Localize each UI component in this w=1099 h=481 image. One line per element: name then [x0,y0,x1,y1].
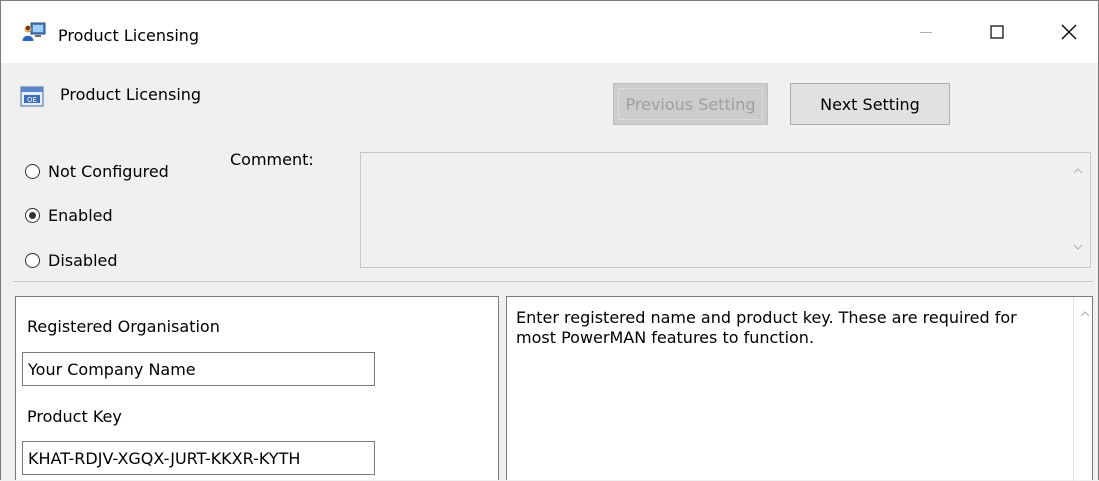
scroll-up-icon[interactable] [1070,163,1086,179]
close-button[interactable] [1046,1,1092,63]
comment-label: Comment: [230,150,314,169]
radio-enabled[interactable]: Enabled [25,203,113,227]
previous-setting-button[interactable]: Previous Setting [613,83,768,125]
previous-setting-focus-border [618,88,763,120]
section-divider [13,281,1093,282]
radio-label: Disabled [48,250,118,270]
minimize-icon [920,32,932,33]
radio-label: Not Configured [48,161,169,181]
computer-users-icon [22,22,46,42]
scroll-up-icon[interactable] [1077,306,1093,322]
minimize-button[interactable] [903,1,949,63]
help-panel: Enter registered name and product key. T… [506,296,1093,481]
help-text: Enter registered name and product key. T… [516,308,1017,347]
next-setting-label: Next Setting [820,94,920,114]
policy-setting-icon: OE [20,84,44,108]
radio-label: Enabled [48,205,113,225]
window-border-left [0,0,1,480]
policy-title: Product Licensing [60,85,202,104]
maximize-icon [990,25,1004,39]
svg-text:OE: OE [27,96,37,104]
maximize-button[interactable] [974,1,1020,63]
radio-circle[interactable] [25,252,40,268]
options-panel: Registered Organisation Product Key [15,296,499,480]
product-key-field[interactable] [22,441,375,475]
radio-disabled[interactable]: Disabled [25,248,118,272]
comment-textarea[interactable] [360,152,1091,268]
scroll-down-icon[interactable] [1070,239,1086,255]
window-title: Product Licensing [58,26,200,45]
next-setting-button[interactable]: Next Setting [790,83,950,125]
radio-circle[interactable] [25,207,40,223]
registered-organisation-label: Registered Organisation [27,317,220,336]
close-icon [1061,24,1077,40]
registered-organisation-field[interactable] [22,352,375,386]
help-scrollbar-track[interactable] [1073,297,1074,481]
product-key-label: Product Key [27,407,122,426]
radio-not-configured[interactable]: Not Configured [25,159,169,183]
radio-circle[interactable] [25,163,40,179]
